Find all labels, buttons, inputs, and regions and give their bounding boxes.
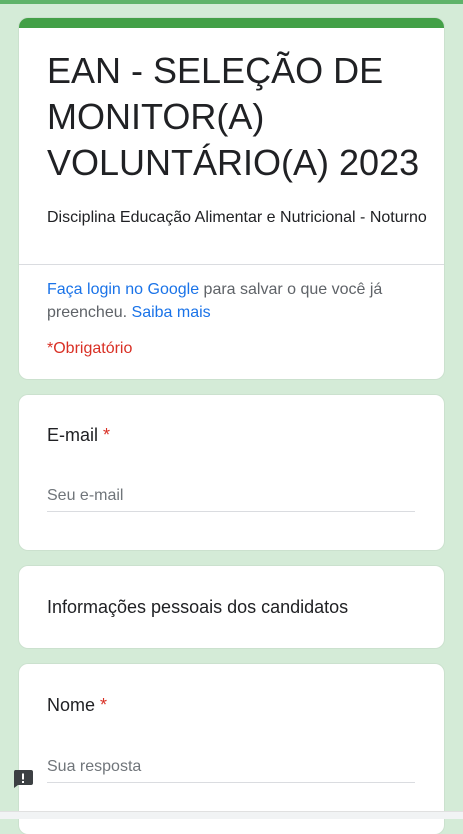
header-accent-bar bbox=[19, 18, 444, 28]
form-description: Disciplina Educação Alimentar e Nutricio… bbox=[47, 209, 427, 226]
required-asterisk: * bbox=[100, 695, 108, 715]
nome-question-label: Nome * bbox=[47, 693, 107, 717]
nome-input[interactable]: Sua resposta bbox=[47, 752, 415, 783]
top-accent-strip bbox=[0, 0, 463, 4]
required-note: *Obrigatório bbox=[47, 340, 133, 357]
nome-label-text: Nome bbox=[47, 695, 96, 715]
header-divider bbox=[19, 264, 444, 265]
form-title: EAN - SELEÇÃO DE MONITOR(A) VOLUNTÁRIO(A… bbox=[47, 50, 420, 183]
bottom-bar bbox=[0, 811, 463, 819]
section-title: Informações pessoais dos candidatos bbox=[47, 597, 349, 617]
learn-more-link[interactable]: Saiba mais bbox=[132, 304, 211, 321]
question-card-nome: Nome * Sua resposta bbox=[19, 664, 444, 834]
email-input[interactable]: Seu e-mail bbox=[47, 481, 415, 512]
form-header-card: EAN - SELEÇÃO DE MONITOR(A) VOLUNTÁRIO(A… bbox=[19, 18, 444, 379]
nome-placeholder: Sua resposta bbox=[47, 758, 142, 775]
google-login-link[interactable]: Faça login no Google bbox=[47, 281, 199, 298]
email-question-label: E-mail * bbox=[47, 423, 110, 447]
login-prompt: Faça login no Google para salvar o que v… bbox=[47, 278, 427, 324]
report-problem-icon[interactable] bbox=[11, 767, 35, 791]
required-asterisk: * bbox=[103, 425, 111, 445]
section-header-card: Informações pessoais dos candidatos bbox=[19, 566, 444, 648]
question-card-email: E-mail * Seu e-mail bbox=[19, 395, 444, 550]
email-placeholder: Seu e-mail bbox=[47, 487, 124, 504]
email-label-text: E-mail bbox=[47, 425, 99, 445]
